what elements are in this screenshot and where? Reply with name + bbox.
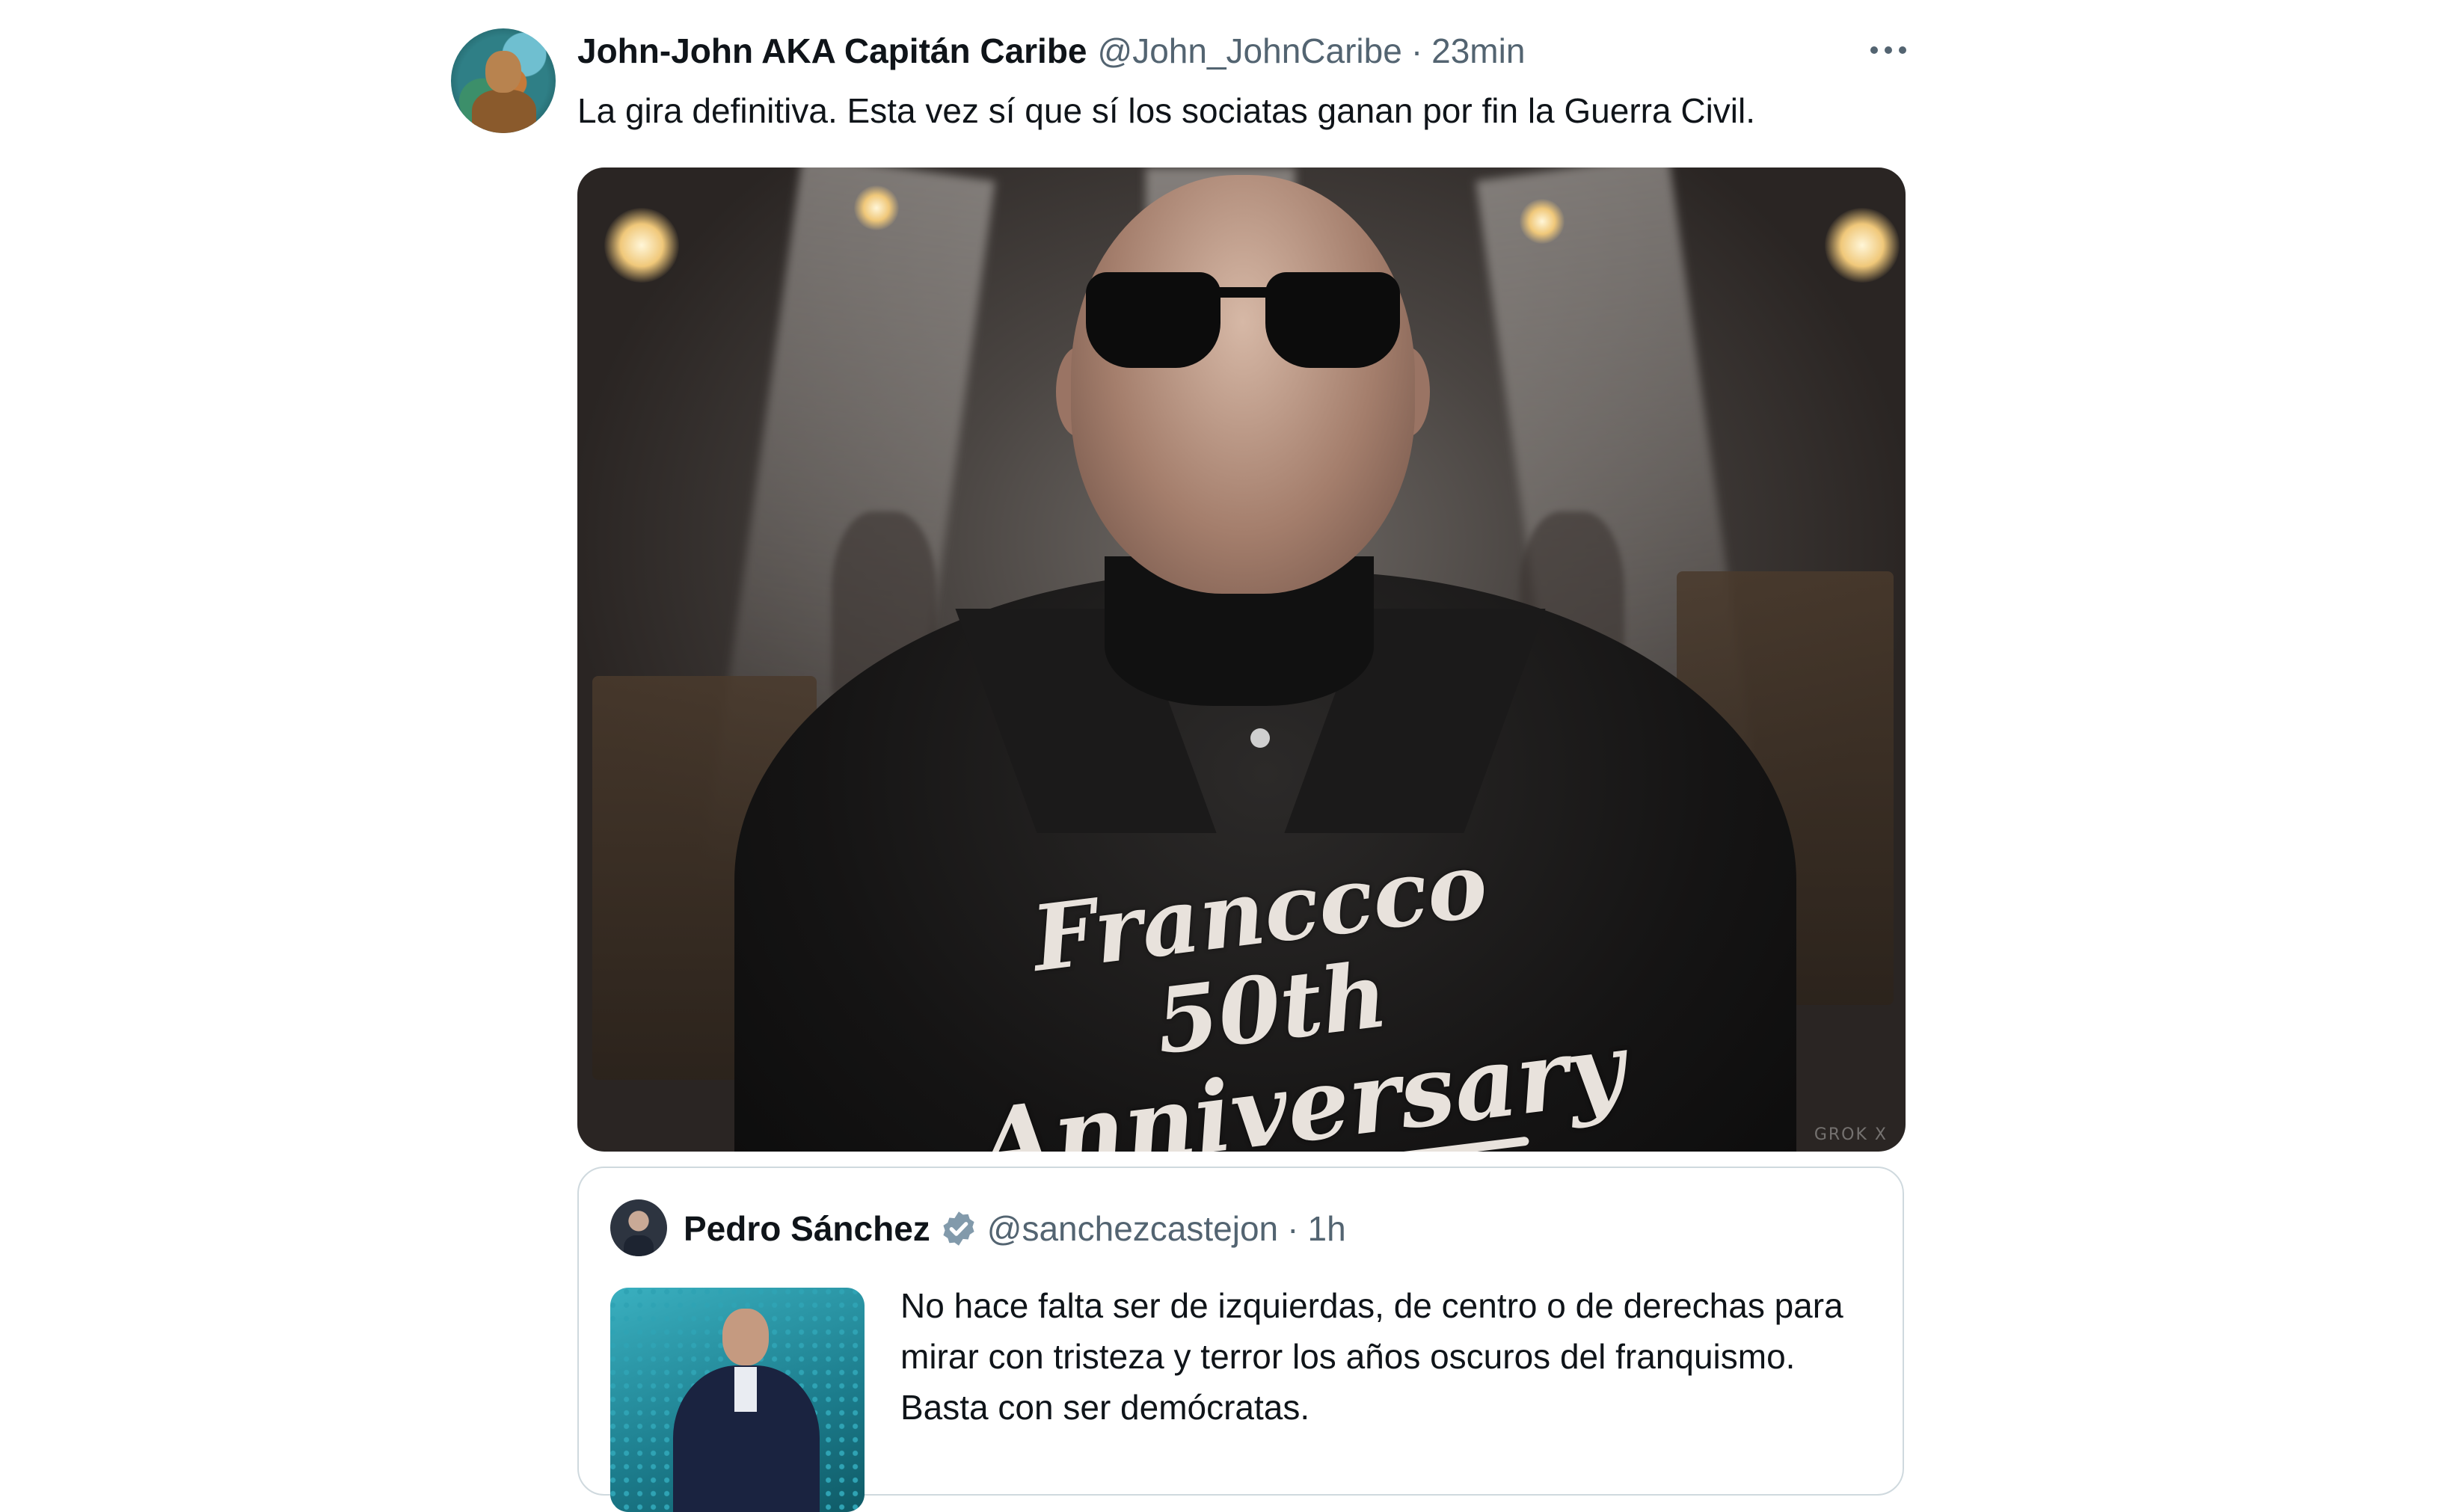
tweet-text: La gira definitiva. Esta vez sí que sí l… [577,91,1756,130]
more-options-icon[interactable] [1855,31,1922,69]
figure-head [1071,175,1415,594]
quoted-author-handle[interactable]: @sanchezcastejon [987,1208,1278,1249]
sunglasses-lens-right [1265,272,1400,368]
more-dot [1899,46,1906,54]
sunglasses-lens-left [1086,272,1220,368]
more-dot [1885,46,1892,54]
stage-spotlight [1520,199,1565,244]
author-handle[interactable]: @John_JohnCaribe [1098,31,1402,71]
tweet-header: John-John AKA Capitán Caribe @John_JohnC… [577,28,1525,73]
header-separator: · [1410,31,1423,70]
verified-badge-icon [939,1209,978,1248]
author-avatar[interactable] [451,28,556,133]
stage-spotlight [854,185,899,230]
thumbnail-person-head [722,1309,769,1365]
sunglasses-bridge [1217,287,1269,298]
quoted-tweet-header: Pedro Sánchez @sanchezcastejon · 1h [684,1205,1346,1252]
quoted-tweet-timestamp[interactable]: 1h [1307,1208,1345,1249]
stage-spotlight [1825,208,1900,283]
avatar-figure-face [485,51,521,93]
quoted-author-avatar[interactable] [610,1199,667,1256]
thumbnail-person-shirt [734,1367,757,1412]
tweet-timestamp[interactable]: 23min [1431,31,1525,71]
tweet: John-John AKA Capitán Caribe @John_JohnC… [0,0,2441,1512]
quoted-tweet-media-thumbnail[interactable] [610,1288,865,1512]
jacket-button [1250,728,1270,748]
image-watermark: GROK X [1814,1125,1888,1144]
quoted-tweet-text: No hace falta ser de izquierdas, de cent… [900,1286,1843,1427]
more-dot [1870,46,1878,54]
quoted-tweet[interactable]: Pedro Sánchez @sanchezcastejon · 1h No h… [577,1167,1904,1512]
author-display-name[interactable]: John-John AKA Capitán Caribe [577,31,1087,71]
avatar-figure-body [472,90,536,133]
quoted-author-display-name[interactable]: Pedro Sánchez [684,1208,930,1249]
tweet-media-image[interactable]: Franccco 50th Anniversary GROK X [577,168,1906,1152]
stage-spotlight [604,208,679,283]
quoted-header-separator: · [1287,1209,1299,1248]
